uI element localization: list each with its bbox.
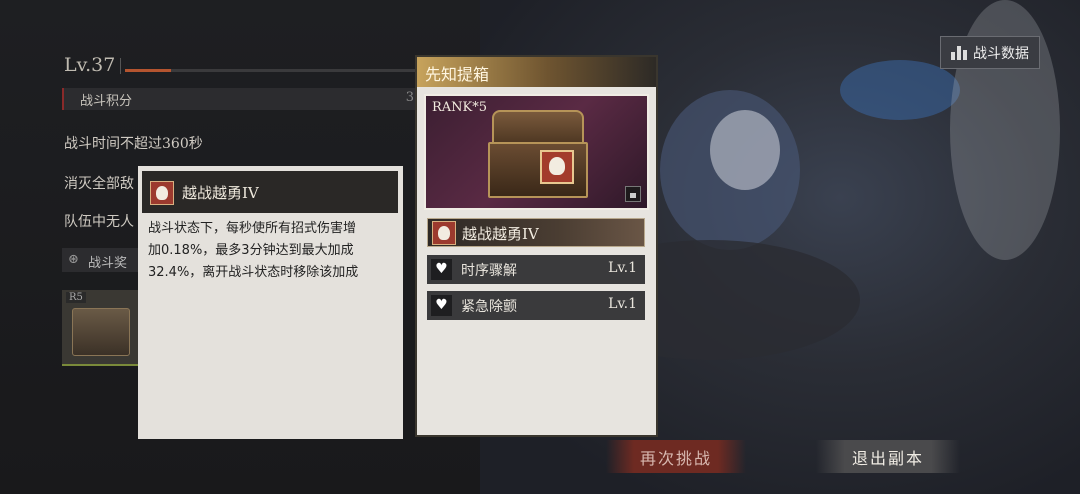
item-image: RANK*5 (424, 94, 649, 210)
tooltip-line: 战斗状态下，每秒使所有招式伤害增 (148, 221, 357, 236)
battle-stats-button[interactable]: 战斗数据 (940, 36, 1040, 69)
sub-skill-level: Lv.1 (608, 296, 637, 312)
condition-time: 战斗时间不超过360秒 (64, 136, 203, 152)
sub-skill-name: 紧急除颤 (461, 299, 517, 315)
level-divider (120, 58, 121, 74)
lock-icon[interactable] (625, 186, 641, 202)
level-progress-bar (125, 69, 415, 72)
character-sleeve (840, 60, 960, 120)
tooltip-description: 战斗状态下，每秒使所有招式伤害增 加0.18%，最多3分钟达到最大加成 32.4… (148, 218, 393, 284)
character-head (710, 110, 780, 190)
sub-skill-row[interactable]: ♥ 时序骤解 Lv.1 (427, 255, 645, 284)
level-progress-fill (125, 69, 172, 72)
reward-section-label: 战斗奖 (88, 256, 128, 271)
heart-icon: ♥ (431, 295, 452, 316)
item-card: 先知提箱 RANK*5 越战越勇IV ♥ 时序骤解 Lv.1 ♥ 紧急除颤 Lv… (417, 57, 656, 435)
bar-chart-icon (951, 44, 967, 60)
tooltip-header: 越战越勇IV (142, 171, 398, 213)
sub-skill-row[interactable]: ♥ 紧急除颤 Lv.1 (427, 291, 645, 320)
tooltip-line: 32.4%，离开战斗状态时移除该加成 (148, 265, 359, 280)
level-label: Lv.37 (64, 54, 116, 76)
retry-label: 再次挑战 (639, 449, 712, 468)
battle-score-label: 战斗积分 (80, 94, 133, 109)
main-skill-row[interactable]: 越战越勇IV (427, 218, 645, 247)
exit-label: 退出副本 (851, 449, 924, 468)
card-title: 先知提箱 (425, 65, 490, 84)
battle-score-value: 3 (405, 90, 414, 105)
chest-icon (72, 308, 130, 356)
reward-rank-badge: R5 (66, 292, 86, 303)
wolf-emblem-icon (540, 150, 574, 184)
sub-skill-name: 时序骤解 (461, 263, 517, 279)
battle-score-bar: 战斗积分 3 (62, 88, 416, 110)
condition-eliminate: 消灭全部敌 (64, 176, 134, 192)
reward-item-chest[interactable]: R5 (62, 290, 138, 366)
chest-illustration (488, 110, 588, 198)
skill-tooltip: 越战越勇IV 战斗状态下，每秒使所有招式伤害增 加0.18%，最多3分钟达到最大… (138, 166, 403, 439)
sub-skill-level: Lv.1 (608, 260, 637, 276)
rank-label: RANK*5 (432, 100, 488, 115)
heart-icon: ♥ (431, 259, 452, 280)
tooltip-title: 越战越勇IV (182, 184, 259, 202)
reward-section-bar: ⊛ 战斗奖 (62, 248, 142, 272)
retry-button[interactable]: 再次挑战 (606, 440, 746, 473)
tooltip-line: 加0.18%，最多3分钟达到最大加成 (148, 243, 354, 258)
main-skill-name: 越战越勇IV (462, 225, 539, 243)
wolf-emblem-icon (150, 181, 174, 205)
card-header: 先知提箱 (417, 57, 656, 87)
condition-team: 队伍中无人 (64, 214, 134, 230)
battle-stats-label: 战斗数据 (973, 46, 1029, 62)
exit-dungeon-button[interactable]: 退出副本 (816, 440, 960, 473)
gear-icon: ⊛ (68, 252, 79, 267)
wolf-emblem-icon (432, 221, 456, 245)
